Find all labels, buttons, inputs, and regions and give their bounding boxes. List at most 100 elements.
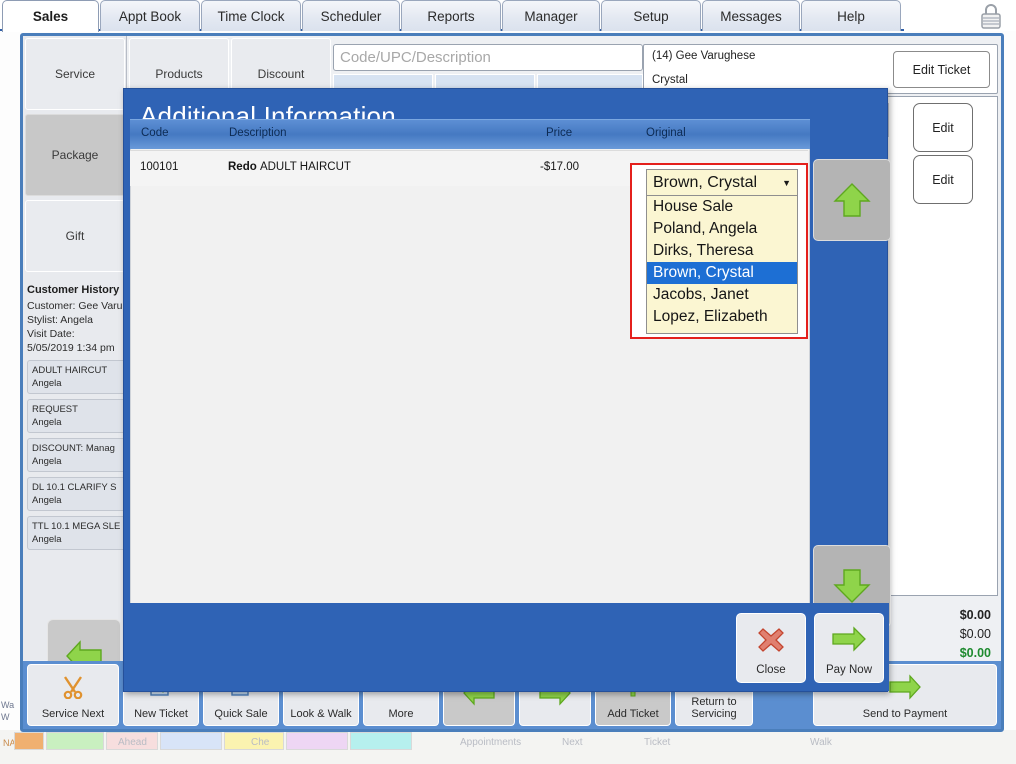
- pay-now-button[interactable]: Pay Now: [814, 613, 884, 683]
- dropdown-option-brown-crystal[interactable]: Brown, Crystal: [647, 262, 797, 284]
- history-service: REQUEST: [32, 404, 78, 415]
- tab-label: Setup: [633, 8, 669, 24]
- arrow-right-icon: [888, 665, 922, 708]
- list-item[interactable]: ADULT HAIRCUT Angela: [27, 360, 127, 394]
- dropdown-option-house-sale[interactable]: House Sale: [647, 196, 797, 218]
- edit-ticket-button[interactable]: Edit Ticket: [893, 51, 990, 88]
- category-gift[interactable]: Gift: [25, 200, 125, 272]
- tab-sales[interactable]: Sales: [2, 0, 99, 32]
- row-description: Redo ADULT HAIRCUT: [228, 161, 351, 173]
- tab-label: Reports: [427, 8, 475, 24]
- lock-icon[interactable]: [978, 2, 1004, 30]
- toolbar-label: Look & Walk: [290, 708, 352, 720]
- background-label-appointments: Appointments: [460, 737, 522, 748]
- toolbar-label: New Ticket: [134, 708, 188, 720]
- background-swatch: [14, 732, 44, 750]
- history-service: ADULT HAIRCUT: [32, 365, 108, 376]
- grid-header-description: Description: [229, 127, 287, 139]
- list-item[interactable]: DL 10.1 CLARIFY S Angela: [27, 477, 127, 511]
- ticket-item-edit-button[interactable]: Edit: [913, 103, 973, 152]
- category-service[interactable]: Service: [25, 38, 125, 110]
- original-dropdown-selected: Brown, Crystal: [653, 173, 758, 191]
- category-package[interactable]: Package: [25, 114, 125, 196]
- history-service: DL 10.1 CLARIFY S: [32, 482, 117, 493]
- tab-scheduler[interactable]: Scheduler: [302, 0, 400, 31]
- dropdown-option-dirks-theresa[interactable]: Dirks, Theresa: [647, 240, 797, 262]
- background-label-next: Next: [562, 737, 583, 748]
- main-tab-bar: Sales Appt Book Time Clock Scheduler Rep…: [0, 0, 1016, 32]
- background-swatch: [286, 732, 348, 750]
- customer-history-visit-date-value: 5/05/2019 1:34 pm: [27, 342, 115, 354]
- category-label: Package: [51, 148, 99, 162]
- dropdown-option-lopez-elizabeth[interactable]: Lopez, Elizabeth: [647, 306, 797, 328]
- toolbar-label: Send to Payment: [862, 708, 948, 720]
- original-dropdown-button[interactable]: Brown, Crystal ▼: [646, 169, 798, 196]
- edit-label: Edit: [932, 172, 954, 187]
- arrow-right-icon: [831, 614, 867, 664]
- chevron-down-icon: ▼: [782, 177, 791, 188]
- history-stylist: Angela: [32, 534, 62, 545]
- scissors-icon: [60, 665, 86, 708]
- customer-history-visit-date-label: Visit Date:: [27, 328, 75, 340]
- category-column: Service Package Gift Customer History Cu…: [23, 36, 127, 660]
- toolbar-label: Return to Servicing: [691, 696, 737, 720]
- tab-help[interactable]: Help: [801, 0, 901, 31]
- close-label: Close: [756, 664, 786, 676]
- tab-messages[interactable]: Messages: [702, 0, 800, 31]
- history-service: TTL 10.1 MEGA SLE: [32, 521, 121, 532]
- tab-label: Scheduler: [320, 8, 382, 24]
- background-text-w: W: [1, 712, 10, 722]
- original-dropdown-list[interactable]: House Sale Poland, Angela Dirks, Theresa…: [646, 196, 798, 334]
- history-stylist: Angela: [32, 378, 62, 389]
- tab-manager[interactable]: Manager: [502, 0, 600, 31]
- customer-history-customer: Customer: Gee Varu: [27, 300, 123, 312]
- ticket-item-edit-button[interactable]: Edit: [913, 155, 973, 204]
- scroll-up-button[interactable]: [813, 159, 891, 241]
- background-swatch: [350, 732, 412, 750]
- history-stylist: Angela: [32, 417, 62, 428]
- background-swatch: [160, 732, 222, 750]
- tab-appt-book[interactable]: Appt Book: [100, 0, 200, 31]
- row-code: 100101: [140, 161, 179, 173]
- ticket-customer-name: (14) Gee Varughese: [652, 50, 756, 62]
- background-label-walk: Walk: [810, 737, 832, 748]
- list-item[interactable]: TTL 10.1 MEGA SLE Angela: [27, 516, 127, 550]
- arrow-up-icon: [833, 183, 871, 217]
- tab-label: Appt Book: [118, 8, 182, 24]
- close-button[interactable]: Close: [736, 613, 806, 683]
- edit-ticket-label: Edit Ticket: [912, 62, 971, 77]
- grid-header-row: Code Description Price Original: [130, 119, 810, 149]
- dropdown-option-jacobs-janet[interactable]: Jacobs, Janet: [647, 284, 797, 306]
- tab-label: Help: [837, 8, 865, 24]
- category-label: Gift: [65, 229, 85, 243]
- app-root: Sales Appt Book Time Clock Scheduler Rep…: [0, 0, 1016, 764]
- grid-header-price: Price: [546, 127, 573, 139]
- tab-reports[interactable]: Reports: [401, 0, 501, 31]
- list-item[interactable]: DISCOUNT: Manag Angela: [27, 438, 127, 472]
- background-label-ahead: Ahead: [118, 737, 147, 748]
- toolbar-label: Add Ticket: [607, 708, 659, 720]
- grid-header-original: Original: [646, 127, 686, 139]
- background-text-wa: Wa: [1, 700, 15, 710]
- ticket-customer-stylist: Crystal: [652, 74, 688, 86]
- background-swatch: [46, 732, 104, 750]
- tab-label: Messages: [720, 8, 782, 24]
- search-placeholder: Code/UPC/Description: [340, 49, 491, 66]
- row-price: -$17.00: [540, 161, 580, 173]
- category-label: Discount: [257, 67, 305, 81]
- list-item[interactable]: REQUEST Angela: [27, 399, 127, 433]
- total-subtotal: $0.00: [959, 608, 991, 622]
- dropdown-option-poland-angela[interactable]: Poland, Angela: [647, 218, 797, 240]
- background-label-che: Che: [251, 737, 270, 748]
- arrow-down-icon: [833, 569, 871, 603]
- tab-time-clock[interactable]: Time Clock: [201, 0, 301, 31]
- toolbar-label: Quick Sale: [214, 708, 268, 720]
- row-description-rest: ADULT HAIRCUT: [259, 161, 351, 173]
- toolbar-service-next[interactable]: Service Next: [27, 664, 119, 726]
- search-input[interactable]: Code/UPC/Description: [333, 44, 643, 71]
- toolbar-label: More: [388, 708, 414, 720]
- tab-setup[interactable]: Setup: [601, 0, 701, 31]
- dialog-footer: Close Pay Now: [124, 603, 889, 691]
- ticket-totals: $0.00 $0.00 $0.00: [876, 606, 991, 663]
- close-x-icon: [756, 614, 786, 664]
